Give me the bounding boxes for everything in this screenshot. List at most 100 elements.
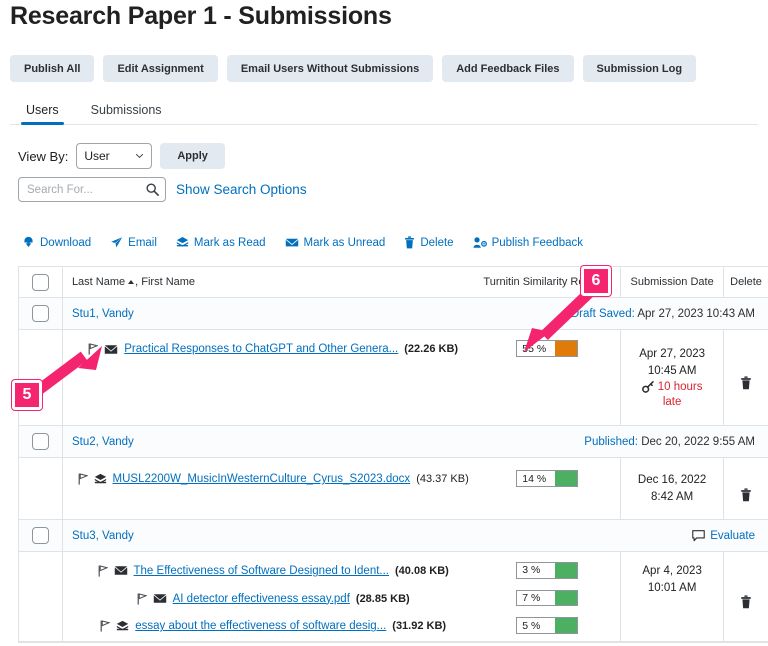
trash-icon [404,236,415,249]
file-list-cell: The Effectiveness of Software Designed t… [63,552,474,641]
similarity-bar[interactable]: 5 % [516,617,578,634]
flag-icon[interactable] [137,593,147,605]
file-name-link[interactable]: essay about the effectiveness of softwar… [135,620,386,632]
mark-as-read-action[interactable]: Mark as Read [176,236,266,249]
list-item: Practical Responses to ChatGPT and Other… [88,341,458,357]
unread-mail-icon[interactable] [153,593,167,604]
search-box[interactable] [18,177,166,202]
delete-cell [723,552,768,641]
user-name-link[interactable]: Stu2, Vandy [72,436,134,448]
header-submission-date: Submission Date [620,267,723,297]
row-checkbox[interactable] [32,433,49,450]
flag-icon[interactable] [88,343,98,355]
show-search-options-link[interactable]: Show Search Options [176,182,307,197]
similarity-bar[interactable]: 7 % [516,590,578,607]
similarity-fill [555,591,577,606]
download-icon [22,236,35,249]
comment-icon [692,530,705,542]
select-all-cell [19,267,63,297]
submission-date-line2: 10:01 AM [648,581,697,595]
similarity-fill [555,563,577,578]
file-size: (22.26 KB) [404,343,458,355]
row-select-cell [19,298,63,329]
unread-mail-icon[interactable] [104,344,118,355]
similarity-fill [555,471,577,486]
email-action[interactable]: Email [110,236,157,249]
file-name-link[interactable]: MUSL2200W_MusicInWesternCulture_Cyrus_S2… [113,473,411,485]
row-select-cell [19,520,63,551]
file-list-cell: MUSL2200W_MusicInWesternCulture_Cyrus_S2… [63,458,474,519]
apply-button[interactable]: Apply [160,143,225,169]
similarity-percent: 5 % [517,618,555,633]
submission-date-line2: 8:42 AM [651,490,693,504]
table-row: MUSL2200W_MusicInWesternCulture_Cyrus_S2… [19,458,768,520]
file-name-link[interactable]: The Effectiveness of Software Designed t… [134,565,390,577]
download-action[interactable]: Download [22,236,91,249]
similarity-bar[interactable]: 55 % [516,340,578,357]
submission-date-line1: Apr 4, 2023 [642,564,701,578]
submission-date-line1: Dec 16, 2022 [638,473,706,487]
tab-submissions[interactable]: Submissions [75,103,178,124]
read-mail-icon[interactable] [116,620,129,633]
file-size: (40.08 KB) [395,565,449,577]
evaluate-link[interactable]: Evaluate [692,530,755,542]
file-name-link[interactable]: AI detector effectiveness essay.pdf [173,593,350,605]
view-by-select[interactable]: User [76,143,152,169]
mark-as-unread-action[interactable]: Mark as Unread [285,236,386,249]
mark-as-unread-label: Mark as Unread [304,237,386,249]
late-word: late [663,396,682,408]
delete-action[interactable]: Delete [404,236,453,249]
file-select-cell [19,458,63,519]
table-header-row: Last Name , First Name Turnitin Similari… [19,267,768,298]
read-mail-icon[interactable] [94,473,107,486]
tab-users[interactable]: Users [10,103,75,124]
header-delete: Delete [723,267,768,297]
annotation-marker-6: 6 [581,266,611,296]
trash-icon[interactable] [740,488,752,502]
delete-label: Delete [420,237,453,249]
submissions-page: Research Paper 1 - Submissions Publish A… [0,0,768,646]
similarity-cell: 55 % [474,330,620,425]
similarity-percent: 55 % [517,341,555,356]
publish-feedback-action[interactable]: Publish Feedback [473,236,583,249]
file-select-cell [19,552,63,641]
trash-icon[interactable] [740,595,752,609]
tab-bar: Users Submissions [10,97,758,125]
similarity-bar[interactable]: 3 % [516,562,578,579]
file-name-link[interactable]: Practical Responses to ChatGPT and Other… [124,343,398,355]
add-feedback-files-button[interactable]: Add Feedback Files [442,55,573,82]
edit-assignment-button[interactable]: Edit Assignment [103,55,217,82]
download-label: Download [40,237,91,249]
sort-ascending-icon [128,280,134,284]
action-button-bar: Publish All Edit Assignment Email Users … [10,55,696,82]
publish-feedback-icon [473,236,487,249]
email-users-without-submissions-button[interactable]: Email Users Without Submissions [227,55,433,82]
flag-icon[interactable] [100,620,110,632]
search-icon[interactable] [145,182,160,197]
submission-log-button[interactable]: Submission Log [583,55,697,82]
user-name-link[interactable]: Stu3, Vandy [72,530,134,542]
header-name[interactable]: Last Name , First Name [63,267,474,297]
view-by-label: View By: [18,149,68,164]
publish-feedback-label: Publish Feedback [492,237,583,249]
search-input[interactable] [25,183,143,197]
publish-all-button[interactable]: Publish All [10,55,94,82]
select-all-checkbox[interactable] [32,274,49,291]
row-checkbox[interactable] [32,527,49,544]
status-value: Dec 20, 2022 9:55 AM [638,436,755,448]
list-item: MUSL2200W_MusicInWesternCulture_Cyrus_S2… [78,471,469,487]
user-name-link[interactable]: Stu1, Vandy [72,308,134,320]
header-first-name-label: , First Name [135,276,195,288]
header-last-name-label: Last Name [72,276,125,288]
page-title: Research Paper 1 - Submissions [10,2,392,31]
flag-icon[interactable] [98,565,108,577]
row-checkbox[interactable] [32,305,49,322]
similarity-bar[interactable]: 14 % [516,470,578,487]
file-size: (28.85 KB) [356,593,410,605]
file-select-cell [19,330,63,425]
evaluate-label: Evaluate [710,530,755,542]
trash-icon[interactable] [740,376,752,390]
late-indicator: 10 hours [642,381,703,393]
flag-icon[interactable] [78,473,88,485]
unread-mail-icon[interactable] [114,565,128,576]
